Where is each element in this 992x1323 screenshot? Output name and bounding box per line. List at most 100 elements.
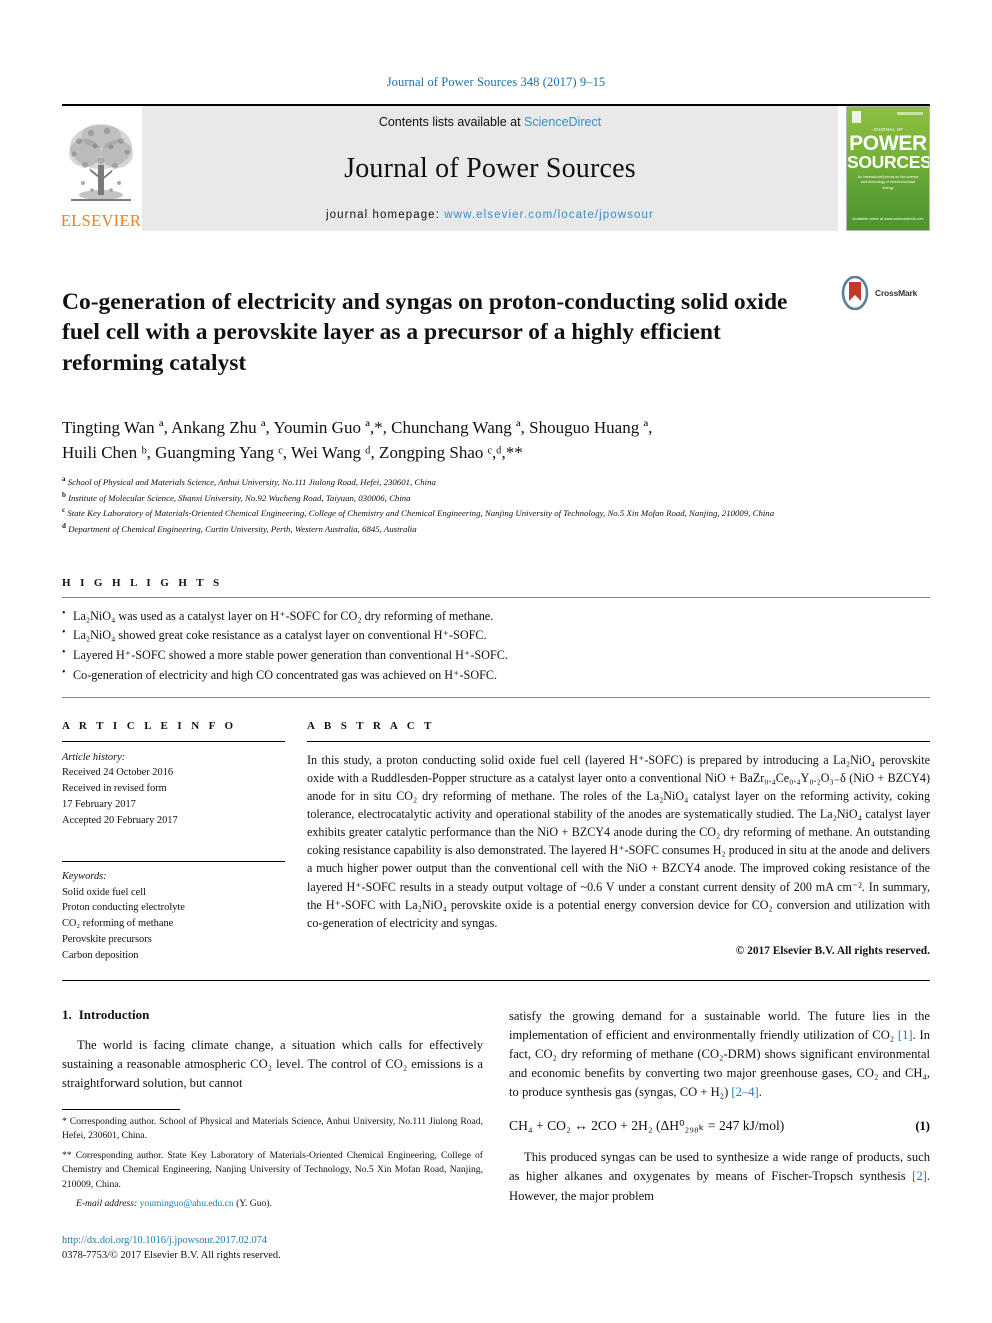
section-number: 1.	[62, 1006, 72, 1022]
cover-elsevier-mark	[852, 111, 861, 123]
cover-description: An international journal on the science …	[857, 175, 919, 190]
affiliation-text-c: State Key Laboratory of Materials-Orient…	[67, 508, 775, 519]
email-label: E-mail address:	[76, 1197, 138, 1209]
affiliation-a: a School of Physical and Materials Scien…	[62, 474, 930, 490]
affiliation-b: b Institute of Molecular Science, Shanxi…	[62, 490, 930, 506]
crossmark-label: CrossMark	[875, 288, 918, 298]
page-title: Co-generation of electricity and syngas …	[62, 288, 788, 376]
highlights-section: H I G H L I G H T S La₂NiO₄ was used as …	[62, 577, 930, 698]
cover-top-rule	[897, 112, 923, 115]
keyword-item: Carbon deposition	[62, 949, 139, 961]
highlights-top-rule	[62, 596, 930, 598]
history-item: 17 February 2017	[62, 799, 136, 811]
elsevier-logo: ELSEVIER	[60, 106, 142, 231]
highlights-heading: H I G H L I G H T S	[62, 576, 223, 589]
affiliation-text-a: School of Physical and Materials Science…	[67, 477, 436, 488]
crossmark-icon	[841, 276, 869, 310]
homepage-url[interactable]: www.elsevier.com/locate/jpowsour	[444, 209, 654, 221]
affiliation-marker-a: a	[62, 475, 66, 484]
journal-banner: ELSEVIER Contents lists available at Sci…	[60, 104, 930, 231]
crossmark-badge[interactable]: CrossMark	[838, 274, 930, 312]
running-head: Journal of Power Sources 348 (2017) 9–15	[386, 75, 606, 89]
journal-homepage: journal homepage: www.elsevier.com/locat…	[326, 209, 654, 221]
abstract-heading: A B S T R A C T	[307, 719, 435, 732]
affiliation-d: d Department of Chemical Engineering, Cu…	[62, 521, 930, 537]
issn-copyright: 0378-7753/© 2017 Elsevier B.V. All right…	[62, 1250, 281, 1262]
affiliation-text-b: Institute of Molecular Science, Shanxi U…	[68, 492, 411, 503]
body-columns: 1. Introduction The world is facing clima…	[62, 1007, 930, 1264]
equation-row-1: CH₄ + CO₂ ↔ 2CO + 2H₂ (ΔH⁰₂₉₈ₖ = 247 kJ/…	[509, 1118, 930, 1134]
abstract-rule	[307, 740, 930, 742]
intro-paragraph-right-2: This produced syngas can be used to synt…	[509, 1150, 930, 1203]
keywords-label: Keywords:	[62, 870, 107, 882]
banner-center: Contents lists available at ScienceDirec…	[142, 106, 838, 231]
email-link[interactable]: youminguo@ahu.edu.cn	[140, 1198, 234, 1209]
title-row: Co-generation of electricity and syngas …	[62, 271, 930, 394]
highlight-item: Co-generation of electricity and high CO…	[62, 665, 930, 686]
citation-ref[interactable]: [1]	[898, 1028, 913, 1042]
history-item: Received in revised form	[62, 783, 167, 795]
author-list: Tingting Wan ª, Ankang Zhu ª, Youmin Guo…	[62, 416, 930, 465]
keyword-item: CO₂ reforming of methane	[62, 918, 174, 930]
info-abstract-row: A R T I C L E I N F O Article history: R…	[62, 720, 930, 964]
keyword-item: Perovskite precursors	[62, 933, 152, 945]
equation-1: CH₄ + CO₂ ↔ 2CO + 2H₂ (ΔH⁰₂₉₈ₖ = 247 kJ/…	[509, 1118, 785, 1134]
affiliation-list: a School of Physical and Materials Scien…	[62, 474, 930, 536]
journal-cover-image: JOURNAL OF POWER SOURCES An internationa…	[846, 106, 930, 231]
citation-ref[interactable]: [2–4]	[731, 1085, 758, 1099]
article-history-label: Article history:	[62, 751, 126, 763]
article-info-heading: A R T I C L E I N F O	[62, 719, 237, 732]
doi-link[interactable]: http://dx.doi.org/10.1016/j.jpowsour.201…	[62, 1233, 483, 1248]
affiliation-text-d: Department of Chemical Engineering, Curt…	[68, 523, 417, 534]
affiliation-marker-b: b	[62, 490, 66, 499]
footnote-email: E-mail address: youminguo@ahu.edu.cn (Y.…	[62, 1197, 483, 1211]
article-page: Journal of Power Sources 348 (2017) 9–15	[0, 0, 992, 1323]
doi-block: http://dx.doi.org/10.1016/j.jpowsour.201…	[62, 1233, 483, 1263]
author-line-1: Tingting Wan ª, Ankang Zhu ª, Youmin Guo…	[62, 418, 653, 438]
footnote-corresponding-2: ** Corresponding author. State Key Labor…	[62, 1149, 483, 1190]
contents-prefix: Contents lists available at	[378, 115, 525, 129]
keyword-item: Proton conducting electrolyte	[62, 902, 185, 914]
article-info-section: A R T I C L E I N F O Article history: R…	[62, 720, 307, 964]
body-column-right: satisfy the growing demand for a sustain…	[509, 1007, 930, 1264]
highlight-item: Layered H⁺-SOFC showed a more stable pow…	[62, 645, 930, 666]
homepage-label: journal homepage:	[326, 209, 445, 221]
footnotes-block: * Corresponding author. School of Physic…	[62, 1109, 483, 1264]
intro-paragraph-right-1: satisfy the growing demand for a sustain…	[509, 1008, 930, 1100]
highlights-list: La₂NiO₄ was used as a catalyst layer on …	[62, 606, 930, 686]
cover-line-sources: SOURCES	[847, 152, 930, 172]
highlight-item: La₂NiO₄ showed great coke resistance as …	[62, 625, 930, 646]
article-info-rule	[62, 740, 285, 742]
abstract-bottom-rule	[62, 979, 930, 981]
keywords-block: Keywords: Solid oxide fuel cell Proton c…	[62, 869, 285, 964]
section-title: Introduction	[78, 1006, 150, 1022]
body-column-left: 1. Introduction The world is facing clima…	[62, 1007, 483, 1264]
elsevier-tree-icon	[69, 123, 133, 201]
intro-paragraph-left: The world is facing climate change, a si…	[62, 1037, 483, 1090]
abstract-text: In this study, a proton conducting solid…	[307, 752, 930, 930]
citation-ref[interactable]: [2]	[912, 1169, 927, 1183]
email-owner: (Y. Guo).	[236, 1197, 272, 1209]
equation-1-number: (1)	[915, 1118, 930, 1133]
history-item: Accepted 20 February 2017	[62, 814, 178, 826]
keyword-item: Solid oxide fuel cell	[62, 886, 146, 898]
journal-title: Journal of Power Sources	[344, 153, 636, 184]
highlight-item: La₂NiO₄ was used as a catalyst layer on …	[62, 606, 930, 627]
elsevier-wordmark: ELSEVIER	[60, 210, 142, 230]
affiliation-marker-c: c	[62, 506, 66, 515]
history-item: Received 24 October 2016	[62, 767, 174, 779]
author-line-2: Huili Chen ᵇ, Guangming Yang ᶜ, Wei Wang…	[62, 442, 523, 462]
footnote-corresponding-1: * Corresponding author. School of Physic…	[62, 1116, 483, 1142]
affiliation-c: c State Key Laboratory of Materials-Orie…	[62, 505, 930, 521]
section-heading-introduction: 1. Introduction	[62, 1007, 483, 1023]
sciencedirect-link[interactable]: ScienceDirect	[524, 115, 601, 129]
contents-line: Contents lists available at ScienceDirec…	[379, 115, 601, 129]
keywords-rule	[62, 860, 285, 862]
abstract-copyright: © 2017 Elsevier B.V. All rights reserved…	[735, 945, 930, 958]
article-history: Article history: Received 24 October 201…	[62, 750, 285, 829]
abstract-section: A B S T R A C T In this study, a proton …	[307, 720, 930, 957]
highlights-bottom-rule	[62, 696, 930, 698]
affiliation-marker-d: d	[62, 522, 66, 531]
footnote-rule	[62, 1109, 180, 1110]
cover-footer: Available online at www.sciencedirect.co…	[852, 216, 924, 221]
